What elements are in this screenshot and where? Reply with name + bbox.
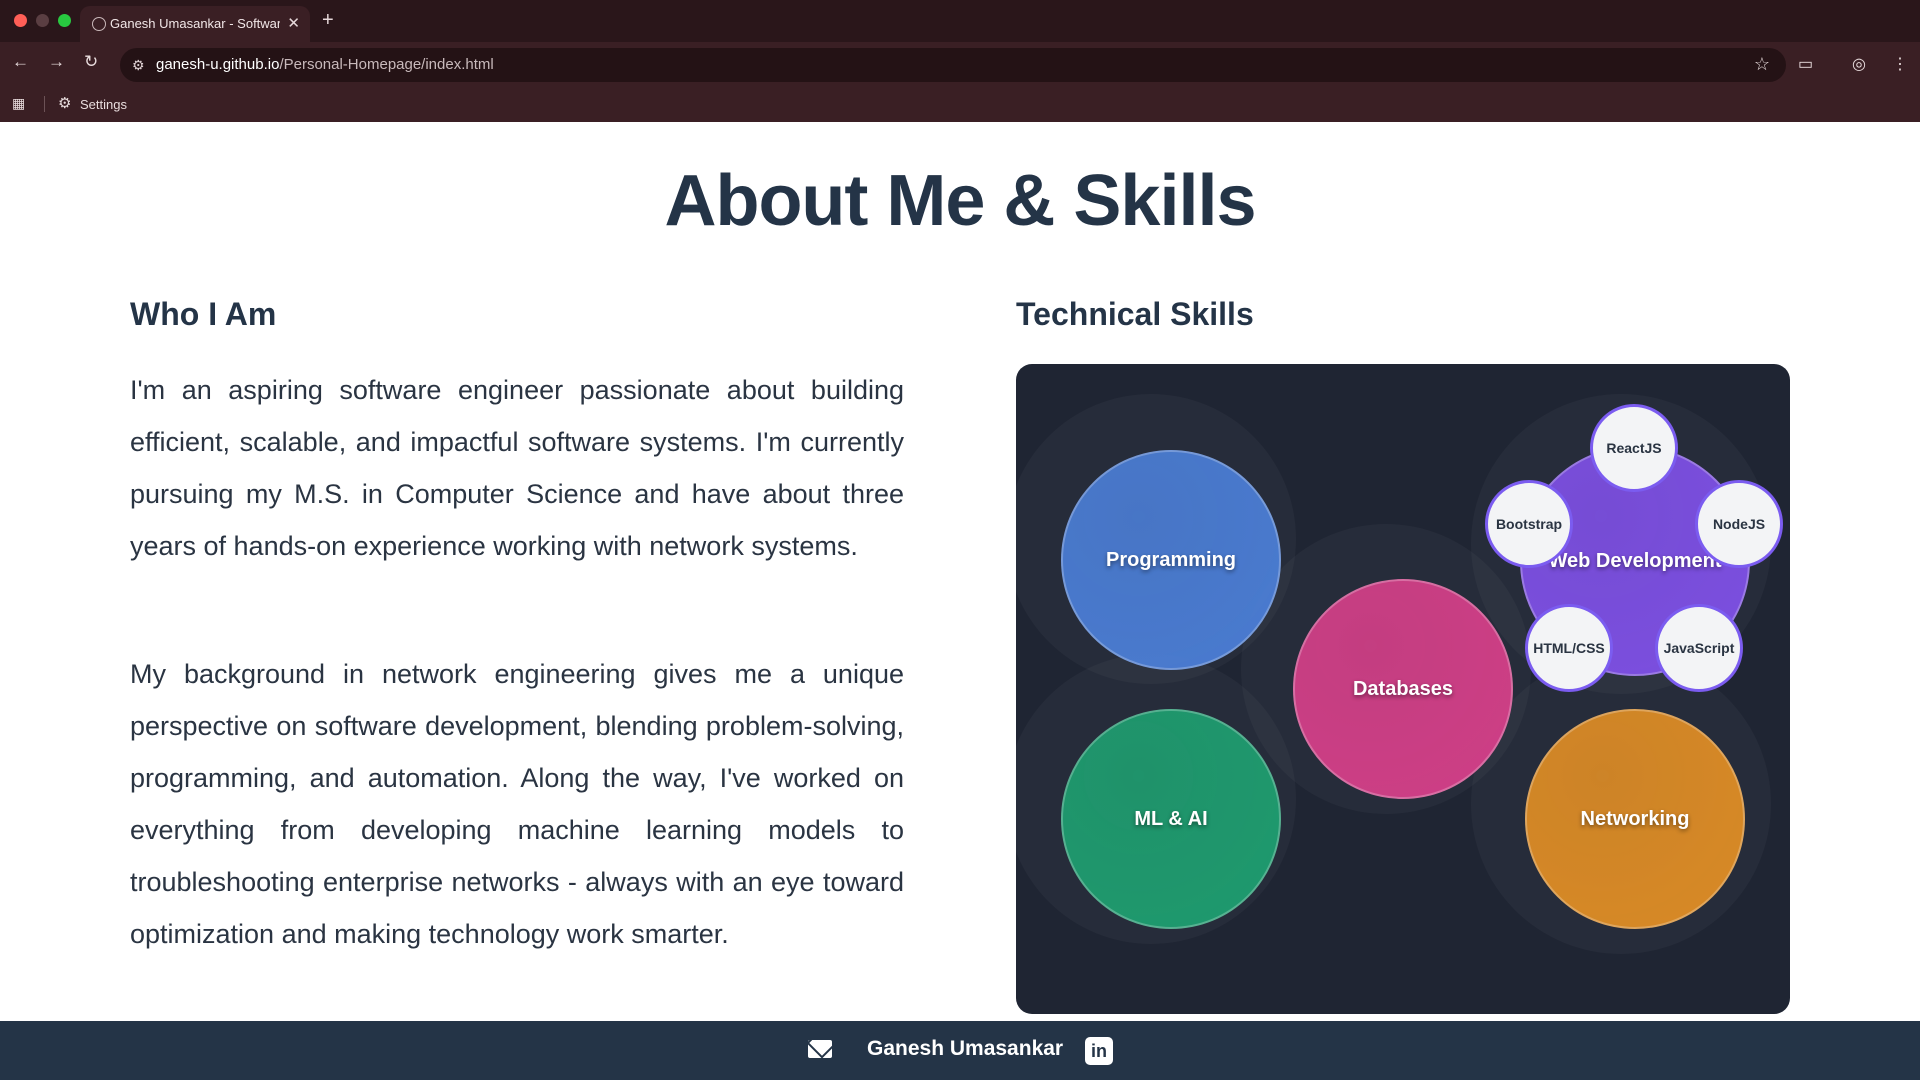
skill-bubble-ml-ai[interactable]: ML & AI [1061,709,1281,929]
tab-title: Ganesh Umasankar - Software Engineer [110,16,280,31]
skill-label-web-development: Web Development [1548,549,1722,572]
tab-strip: Ganesh Umasankar - Software Engineer ✕ + [0,0,1920,42]
skill-label-databases: Databases [1352,677,1454,700]
bookmark-settings[interactable]: Settings [80,97,127,112]
technical-skills-heading: Technical Skills [1016,296,1254,332]
mail-icon[interactable] [808,1040,832,1058]
page-title: About Me & Skills [664,161,1256,241]
maximize-window-button[interactable] [58,14,71,27]
about-paragraph-2: My background in network engineering giv… [130,659,904,949]
footer-name: Ganesh Umasankar [867,1037,1064,1060]
who-i-am-heading: Who I Am [130,296,277,332]
skill-label-networking: Networking [1580,807,1690,830]
about-paragraph-1: I'm an aspiring software engineer passio… [130,375,904,561]
url-path: /Personal-Homepage/index.html [279,56,494,73]
profile-icon[interactable]: ◎ [1852,54,1866,74]
reload-icon[interactable]: ↻ [84,52,98,72]
browser-menu-icon[interactable]: ⋮ [1892,54,1908,74]
skill-sub-javascript[interactable]: JavaScript [1655,604,1743,692]
bookmark-star-icon[interactable]: ☆ [1754,54,1770,75]
page-content: About Me & Skills Who I Am Technical Ski… [0,122,1920,1022]
skill-label-ml-ai: ML & AI [1134,807,1208,830]
skill-label-programming: Programming [1105,548,1237,571]
browser-chrome: Ganesh Umasankar - Software Engineer ✕ +… [0,0,1920,122]
skills-bubble-panel: Programming ML & AI Databases Networking… [1016,364,1790,1014]
skill-sub-htmlcss[interactable]: HTML/CSS [1525,604,1613,692]
forward-arrow-icon[interactable]: → [48,52,65,72]
new-tab-button[interactable]: + [322,9,334,32]
skill-bubble-programming[interactable]: Programming [1061,450,1281,670]
bookmarks-divider [44,96,45,112]
address-url: ganesh-u.github.io/Personal-Homepage/ind… [156,56,494,73]
minimize-window-button[interactable] [36,14,49,27]
cast-icon[interactable]: ▭ [1798,54,1813,74]
url-host: ganesh-u.github.io [156,56,280,73]
back-arrow-icon[interactable]: ← [12,52,29,72]
skill-sub-nodejs[interactable]: NodeJS [1695,480,1783,568]
site-info-icon[interactable]: ⚙ [132,57,145,74]
linkedin-icon[interactable]: in [1085,1037,1113,1065]
skill-sub-reactjs[interactable]: ReactJS [1590,404,1678,492]
skill-bubble-networking[interactable]: Networking [1525,709,1745,929]
address-bar[interactable]: ⚙ ganesh-u.github.io/Personal-Homepage/i… [120,48,1786,82]
globe-icon [92,17,106,31]
close-window-button[interactable] [14,14,27,27]
page-footer: Ganesh Umasankar in [0,1021,1920,1080]
skill-bubble-databases[interactable]: Databases [1293,579,1513,799]
gear-icon: ⚙ [58,95,72,112]
browser-tab-active[interactable]: Ganesh Umasankar - Software Engineer ✕ [80,6,310,42]
tab-close-icon[interactable]: ✕ [287,14,300,32]
apps-grid-icon[interactable]: ▦ [12,95,25,112]
skill-sub-bootstrap[interactable]: Bootstrap [1485,480,1573,568]
